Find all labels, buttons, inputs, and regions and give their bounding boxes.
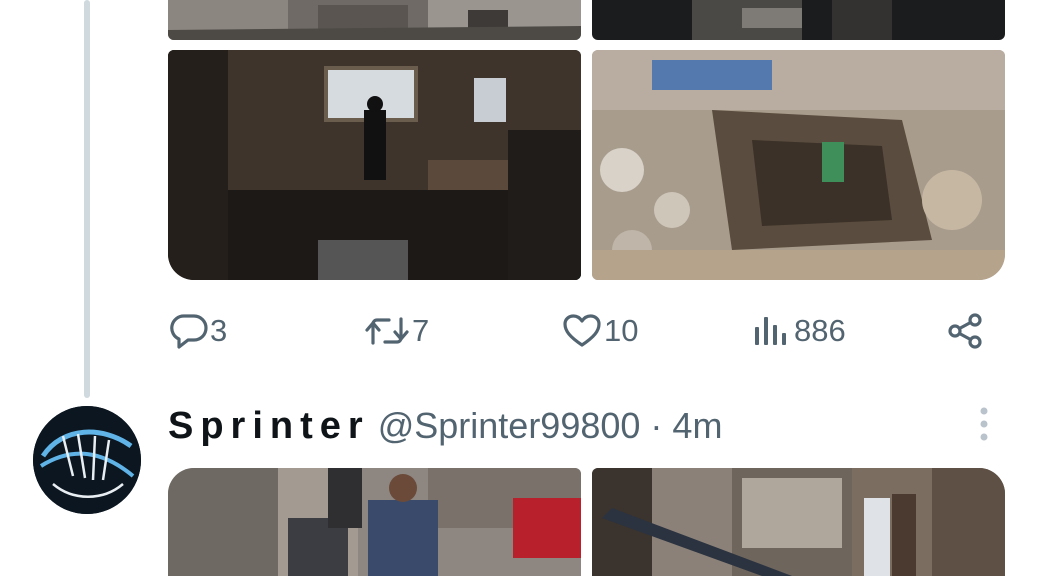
views-count: 886 — [794, 313, 846, 348]
display-name[interactable]: Sprinter — [168, 405, 370, 448]
retweet-count: 7 — [412, 313, 430, 348]
user-handle[interactable]: @Sprinter99800 — [378, 405, 641, 447]
tweet-image-bottom-right[interactable] — [592, 50, 1005, 280]
tweet-timestamp[interactable]: 4m — [672, 405, 722, 447]
retweet-button[interactable]: 7 — [364, 304, 429, 358]
share-icon — [946, 312, 984, 350]
share-button[interactable] — [946, 304, 984, 358]
tweet-image-left[interactable] — [168, 468, 581, 576]
views-button[interactable]: 886 — [752, 304, 846, 358]
like-button[interactable]: 10 — [562, 304, 638, 358]
avatar[interactable] — [33, 406, 141, 514]
thread-line — [84, 0, 90, 398]
more-vertical-icon — [979, 406, 989, 447]
reply-count: 3 — [210, 313, 228, 348]
reply-icon — [170, 313, 208, 349]
tweet-header: Sprinter @Sprinter99800 · 4m — [168, 398, 722, 454]
tweet-image-top-left[interactable] — [168, 0, 581, 40]
retweet-icon — [364, 313, 410, 349]
tweet-image-right[interactable] — [592, 468, 1005, 576]
tweet-image-bottom-left[interactable] — [168, 50, 581, 280]
like-count: 10 — [604, 313, 639, 348]
more-options-button[interactable] — [968, 404, 1000, 448]
reply-button[interactable]: 3 — [170, 304, 227, 358]
views-icon — [752, 313, 788, 349]
tweet-image-top-right[interactable] — [592, 0, 1005, 40]
separator-dot: · — [650, 405, 663, 446]
like-icon — [562, 313, 602, 349]
tweet-actions: 3 7 10 886 — [168, 304, 1008, 358]
